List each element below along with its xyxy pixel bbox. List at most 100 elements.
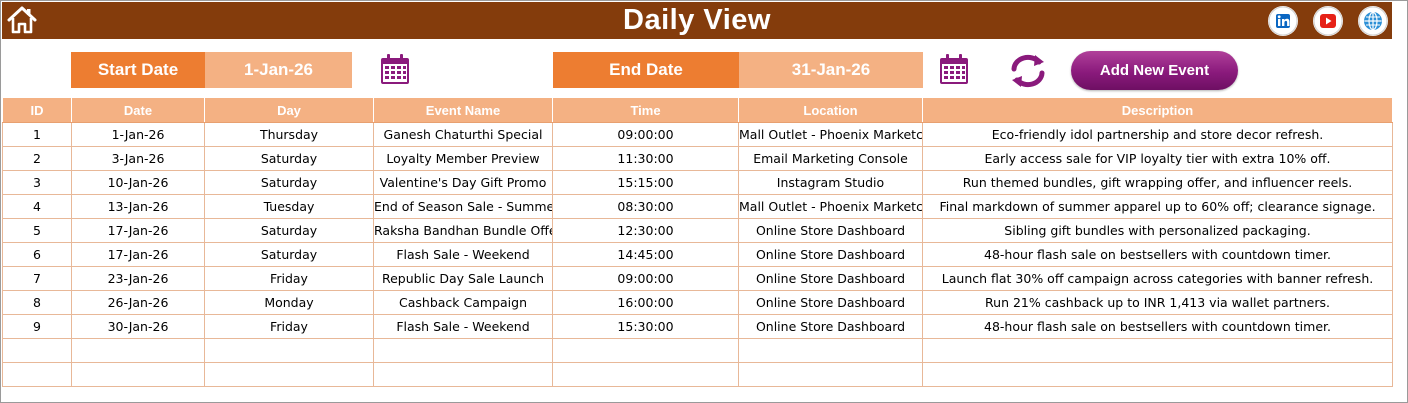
table-row[interactable]: 8 26-Jan-26 Monday Cashback Campaign 16:00:0… [2, 290, 1393, 315]
cell-date[interactable]: 10-Jan-26 [71, 170, 205, 195]
cell-date[interactable]: 17-Jan-26 [71, 242, 205, 267]
column-header-id[interactable]: ID [2, 98, 72, 123]
youtube-icon[interactable] [1313, 6, 1343, 36]
cell-description[interactable]: 48-hour flash sale on bestsellers with c… [922, 242, 1393, 267]
cell-day[interactable]: Saturday [204, 170, 374, 195]
cell-location[interactable]: Email Marketing Console [738, 146, 923, 171]
table-row[interactable]: 3 10-Jan-26 Saturday Valentine's Day Gift P… [2, 170, 1393, 195]
cell-time[interactable]: 16:00:00 [552, 290, 739, 315]
cell-id[interactable]: 4 [2, 194, 72, 219]
add-new-event-button[interactable]: Add New Event [1071, 51, 1238, 90]
cell-date[interactable]: 26-Jan-26 [71, 290, 205, 315]
cell-date[interactable]: 17-Jan-26 [71, 218, 205, 243]
empty-cell[interactable] [922, 362, 1393, 387]
cell-event-name[interactable]: Raksha Bandhan Bundle Offer [373, 218, 553, 243]
empty-cell[interactable] [552, 362, 739, 387]
empty-cell[interactable] [71, 338, 205, 363]
calendar-icon[interactable] [937, 52, 971, 86]
empty-cell[interactable] [2, 362, 72, 387]
cell-event-name[interactable]: Cashback Campaign [373, 290, 553, 315]
cell-event-name[interactable]: Flash Sale - Weekend [373, 314, 553, 339]
refresh-icon[interactable] [1006, 52, 1050, 90]
cell-location[interactable]: Online Store Dashboard [738, 266, 923, 291]
cell-time[interactable]: 14:45:00 [552, 242, 739, 267]
empty-cell[interactable] [2, 338, 72, 363]
cell-description[interactable]: Launch flat 30% off campaign across cate… [922, 266, 1393, 291]
table-row[interactable]: 1 1-Jan-26 Thursday Ganesh Chaturthi Specia… [2, 122, 1393, 147]
cell-day[interactable]: Saturday [204, 242, 374, 267]
column-header-day[interactable]: Day [204, 98, 374, 123]
cell-location[interactable]: Instagram Studio [738, 170, 923, 195]
cell-time[interactable]: 09:00:00 [552, 122, 739, 147]
cell-description[interactable]: 48-hour flash sale on bestsellers with c… [922, 314, 1393, 339]
empty-table-row[interactable] [2, 362, 1393, 387]
cell-day[interactable]: Tuesday [204, 194, 374, 219]
table-row[interactable]: 5 17-Jan-26 Saturday Raksha Bandhan Bundle … [2, 218, 1393, 243]
column-header-event-name[interactable]: Event Name [373, 98, 553, 123]
empty-cell[interactable] [922, 338, 1393, 363]
column-header-time[interactable]: Time [552, 98, 739, 123]
cell-id[interactable]: 9 [2, 314, 72, 339]
table-row[interactable]: 7 23-Jan-26 Friday Republic Day Sale Launch… [2, 266, 1393, 291]
cell-time[interactable]: 15:30:00 [552, 314, 739, 339]
cell-date[interactable]: 3-Jan-26 [71, 146, 205, 171]
column-header-date[interactable]: Date [71, 98, 205, 123]
cell-description[interactable]: Run 21% cashback up to INR 1,413 via wal… [922, 290, 1393, 315]
calendar-icon[interactable] [378, 52, 412, 86]
cell-day[interactable]: Saturday [204, 146, 374, 171]
cell-day[interactable]: Thursday [204, 122, 374, 147]
cell-id[interactable]: 1 [2, 122, 72, 147]
table-row[interactable]: 2 3-Jan-26 Saturday Loyalty Member Preview 1… [2, 146, 1393, 171]
cell-id[interactable]: 6 [2, 242, 72, 267]
cell-date[interactable]: 30-Jan-26 [71, 314, 205, 339]
empty-cell[interactable] [71, 362, 205, 387]
cell-time[interactable]: 15:15:00 [552, 170, 739, 195]
cell-date[interactable]: 13-Jan-26 [71, 194, 205, 219]
cell-time[interactable]: 09:00:00 [552, 266, 739, 291]
cell-id[interactable]: 7 [2, 266, 72, 291]
cell-location[interactable]: Online Store Dashboard [738, 242, 923, 267]
cell-location[interactable]: Online Store Dashboard [738, 218, 923, 243]
table-row[interactable]: 4 13-Jan-26 Tuesday End of Season Sale - Su… [2, 194, 1393, 219]
empty-table-row[interactable] [2, 338, 1393, 363]
cell-time[interactable]: 11:30:00 [552, 146, 739, 171]
cell-description[interactable]: Run themed bundles, gift wrapping offer,… [922, 170, 1393, 195]
column-header-location[interactable]: Location [738, 98, 923, 123]
cell-day[interactable]: Friday [204, 266, 374, 291]
cell-time[interactable]: 12:30:00 [552, 218, 739, 243]
empty-cell[interactable] [373, 338, 553, 363]
cell-day[interactable]: Friday [204, 314, 374, 339]
empty-cell[interactable] [204, 362, 374, 387]
end-date-field[interactable]: 31-Jan-26 [739, 52, 923, 88]
cell-location[interactable]: Online Store Dashboard [738, 314, 923, 339]
cell-date[interactable]: 1-Jan-26 [71, 122, 205, 147]
cell-id[interactable]: 5 [2, 218, 72, 243]
cell-location[interactable]: Mall Outlet - Phoenix Marketcit [738, 194, 923, 219]
cell-event-name[interactable]: Loyalty Member Preview [373, 146, 553, 171]
cell-day[interactable]: Monday [204, 290, 374, 315]
cell-description[interactable]: Early access sale for VIP loyalty tier w… [922, 146, 1393, 171]
cell-event-name[interactable]: End of Season Sale - Summer [373, 194, 553, 219]
table-row[interactable]: 9 30-Jan-26 Friday Flash Sale - Weekend 15:3… [2, 314, 1393, 339]
cell-description[interactable]: Eco-friendly idol partnership and store … [922, 122, 1393, 147]
column-header-description[interactable]: Description [922, 98, 1393, 123]
cell-time[interactable]: 08:30:00 [552, 194, 739, 219]
cell-description[interactable]: Final markdown of summer apparel up to 6… [922, 194, 1393, 219]
cell-id[interactable]: 3 [2, 170, 72, 195]
cell-location[interactable]: Mall Outlet - Phoenix Marketcit [738, 122, 923, 147]
cell-event-name[interactable]: Republic Day Sale Launch [373, 266, 553, 291]
start-date-field[interactable]: 1-Jan-26 [205, 52, 352, 88]
cell-description[interactable]: Sibling gift bundles with personalized p… [922, 218, 1393, 243]
empty-cell[interactable] [738, 362, 923, 387]
empty-cell[interactable] [204, 338, 374, 363]
empty-cell[interactable] [552, 338, 739, 363]
cell-event-name[interactable]: Flash Sale - Weekend [373, 242, 553, 267]
cell-date[interactable]: 23-Jan-26 [71, 266, 205, 291]
empty-cell[interactable] [373, 362, 553, 387]
cell-day[interactable]: Saturday [204, 218, 374, 243]
cell-event-name[interactable]: Ganesh Chaturthi Special [373, 122, 553, 147]
globe-icon[interactable] [1358, 6, 1388, 36]
cell-event-name[interactable]: Valentine's Day Gift Promo [373, 170, 553, 195]
linkedin-icon[interactable] [1268, 6, 1298, 36]
empty-cell[interactable] [738, 338, 923, 363]
